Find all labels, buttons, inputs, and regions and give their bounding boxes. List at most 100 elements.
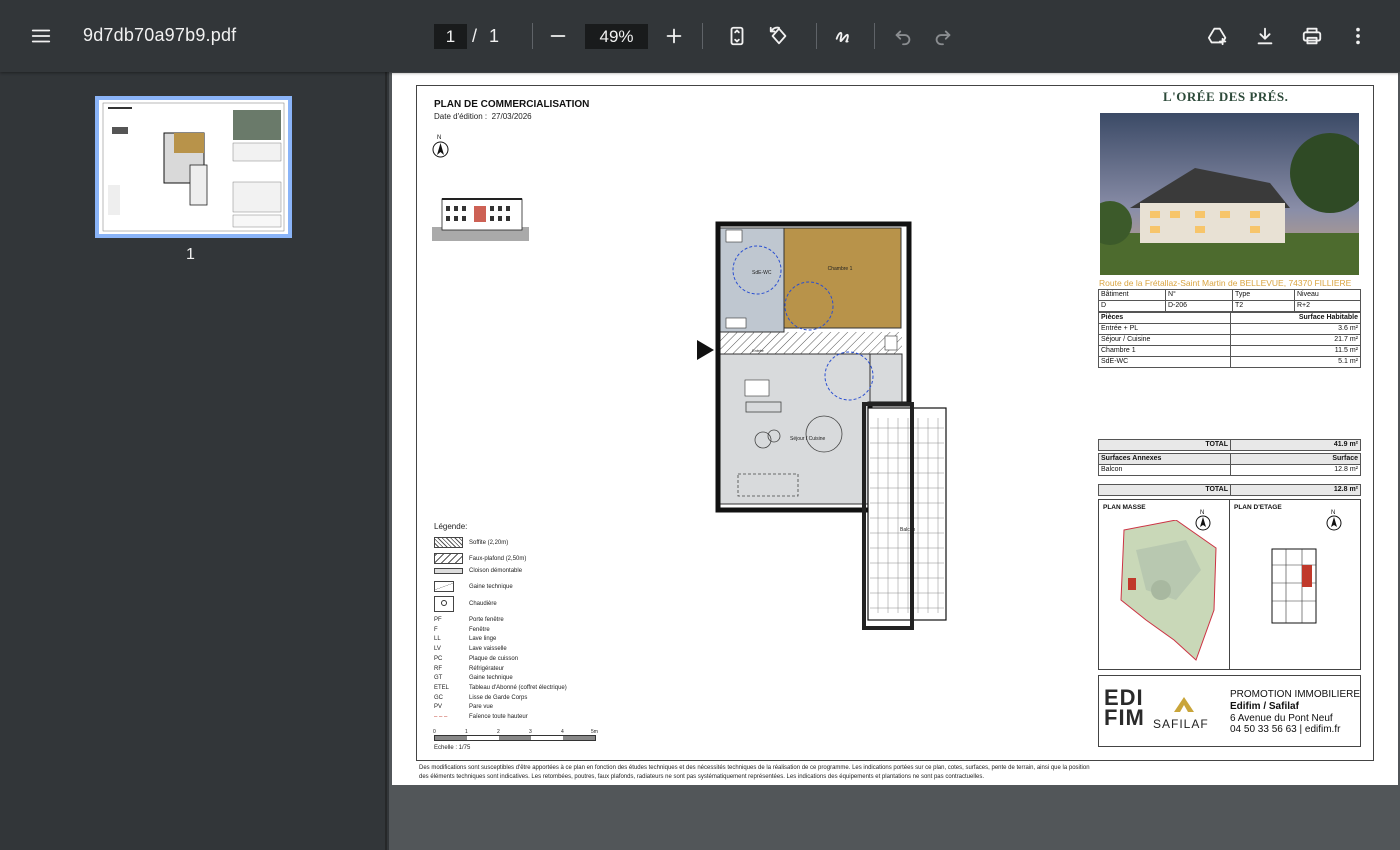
edifim-logo: EDI FIM [1104, 685, 1145, 730]
lot-header: Bâtiment [1098, 289, 1166, 301]
annexes-total-table: TOTAL 12.8 m² [1098, 484, 1361, 496]
legend-item: Faux-plafond (2,50m) [434, 553, 526, 564]
abbreviation-item: – – – Faïence toute hauteur [434, 714, 528, 720]
lot-value-row: D D-206 T2 R+2 [1098, 300, 1361, 312]
thumbnail-preview [99, 100, 288, 234]
abbreviation-value: Faïence toute hauteur [469, 714, 528, 720]
download-icon[interactable] [1247, 18, 1283, 54]
legend-item: Gaine technique [434, 581, 513, 592]
boiler-icon [434, 596, 454, 612]
abbreviation-item: F Fenêtre [434, 627, 490, 633]
floor-plan: Chambre 1 SdE-WC Entrée Séjour / Cuisine… [697, 221, 947, 630]
lot-value: D-206 [1165, 300, 1233, 312]
plan-masse-title: PLAN MASSE [1103, 504, 1146, 511]
room-area: 11.5 m² [1230, 345, 1361, 357]
legend-label: Faux-plafond (2,50m) [469, 555, 527, 562]
legend-label: Chaudière [469, 601, 497, 607]
plan-label-sejour: Séjour / Cuisine [790, 436, 826, 442]
safilaf-logo: SAFILAF [1153, 717, 1209, 731]
legend-label: Soffite (2,20m) [469, 539, 509, 546]
page-thumbnail[interactable] [95, 96, 292, 238]
abbreviation-item: RF Réfrigérateur [434, 666, 504, 672]
abbreviation-key: LL [434, 636, 441, 643]
page-total: 1 [489, 26, 500, 46]
abbreviation-key: GT [434, 675, 443, 682]
plan-label-chambre: Chambre 1 [828, 266, 853, 272]
annexes-header-row: Surfaces Annexes Surface [1098, 453, 1361, 465]
abbreviation-item: PF Porte fenêtre [434, 617, 504, 623]
annexes-table: Surfaces Annexes Surface Balcon 12.8 m² [1098, 453, 1361, 476]
promo-line: 6 Avenue du Pont Neuf [1230, 713, 1333, 724]
abbreviation-value: Réfrigérateur [469, 665, 505, 672]
legend-swatch [434, 553, 463, 564]
date-value: 27/03/2026 [491, 112, 532, 121]
abbreviation-key: F [434, 626, 438, 633]
abbreviation-value: Lave vaisselle [469, 646, 507, 653]
lot-value: R+2 [1294, 300, 1361, 312]
abbreviation-key: ETEL [434, 684, 450, 691]
annexes-header: Surfaces Annexes [1098, 453, 1231, 465]
lot-header: Type [1232, 289, 1295, 301]
rooms-total-table: TOTAL 41.9 m² [1098, 439, 1361, 451]
fit-page-icon[interactable] [719, 18, 755, 54]
legend-swatch [434, 537, 463, 548]
annexe-name: Balcon [1098, 464, 1231, 476]
building-elevation-drawing [432, 198, 529, 241]
print-icon[interactable] [1294, 18, 1330, 54]
abbreviation-value: Plaque de cuisson [469, 655, 519, 662]
abbreviation-item: PC Plaque de cuisson [434, 656, 518, 662]
menu-icon[interactable] [23, 18, 59, 54]
page-separator: / [472, 26, 478, 46]
floor-plan-map [1271, 548, 1317, 624]
lot-table: Bâtiment N° Type Niveau D D-206 T2 R+2 [1098, 289, 1361, 312]
abbreviation-item: GC Lisse de Garde Corps [434, 695, 527, 701]
annotate-icon[interactable] [826, 18, 862, 54]
legend-swatch [434, 568, 463, 574]
toolbar-divider [702, 23, 703, 49]
rooms-table: Pièces Surface Habitable Entrée + PL 3.6 … [1098, 312, 1361, 368]
zoom-in-icon[interactable] [656, 18, 692, 54]
more-icon[interactable] [1340, 18, 1376, 54]
scale-label: Echelle : 1/75 [434, 745, 471, 751]
abbreviation-key: GC [434, 694, 443, 701]
total-label: TOTAL [1098, 484, 1231, 496]
plan-label-balcon: Balcon [900, 527, 916, 533]
total-value: 12.8 m² [1230, 484, 1361, 496]
doc-title: PLAN DE COMMERCIALISATION [434, 99, 590, 110]
save-to-drive-icon[interactable] [1200, 18, 1236, 54]
abbreviation-value: Pare vue [469, 704, 494, 711]
north-arrow-icon [432, 141, 449, 158]
room-name: Séjour / Cuisine [1098, 334, 1231, 346]
toolbar-divider [874, 23, 875, 49]
room-area: 3.6 m² [1230, 323, 1361, 335]
plan-label-entree: Entrée [752, 348, 765, 353]
abbreviation-item: LV Lave vaisselle [434, 646, 507, 652]
room-name: Chambre 1 [1098, 345, 1231, 357]
abbreviation-value: Gaine technique [469, 675, 513, 682]
legend-item: Soffite (2,20m) [434, 537, 508, 548]
abbreviation-key: – – – [434, 714, 448, 720]
lot-header: Niveau [1294, 289, 1361, 301]
redo-icon[interactable] [925, 18, 961, 54]
scale-bar [434, 735, 596, 741]
rooms-header: Pièces [1098, 312, 1231, 324]
abbreviation-key: LV [434, 646, 441, 653]
page-number-input[interactable]: 1 [434, 24, 467, 49]
promo-line: 04 50 33 56 63 | edifim.fr [1230, 724, 1341, 735]
toolbar-divider [532, 23, 533, 49]
site-plan-map [1120, 520, 1217, 661]
annexe-area: 12.8 m² [1230, 464, 1361, 476]
zoom-input[interactable]: 49% [585, 24, 648, 49]
rotate-icon[interactable] [761, 18, 797, 54]
undo-icon[interactable] [885, 18, 921, 54]
address: Route de la Frétallaz-Saint Martin de BE… [1099, 278, 1352, 288]
legend-swatch [434, 581, 454, 592]
room-name: SdE-WC [1098, 356, 1231, 368]
lot-header: N° [1165, 289, 1233, 301]
room-row: Chambre 1 11.5 m² [1098, 345, 1361, 357]
abbreviation-item: GT Gaine technique [434, 675, 513, 681]
zoom-out-icon[interactable] [540, 18, 576, 54]
plan-label-sde: SdE-WC [752, 270, 772, 276]
abbreviation-value: Fenêtre [469, 626, 490, 633]
abbreviation-value: Lisse de Garde Corps [469, 694, 528, 701]
